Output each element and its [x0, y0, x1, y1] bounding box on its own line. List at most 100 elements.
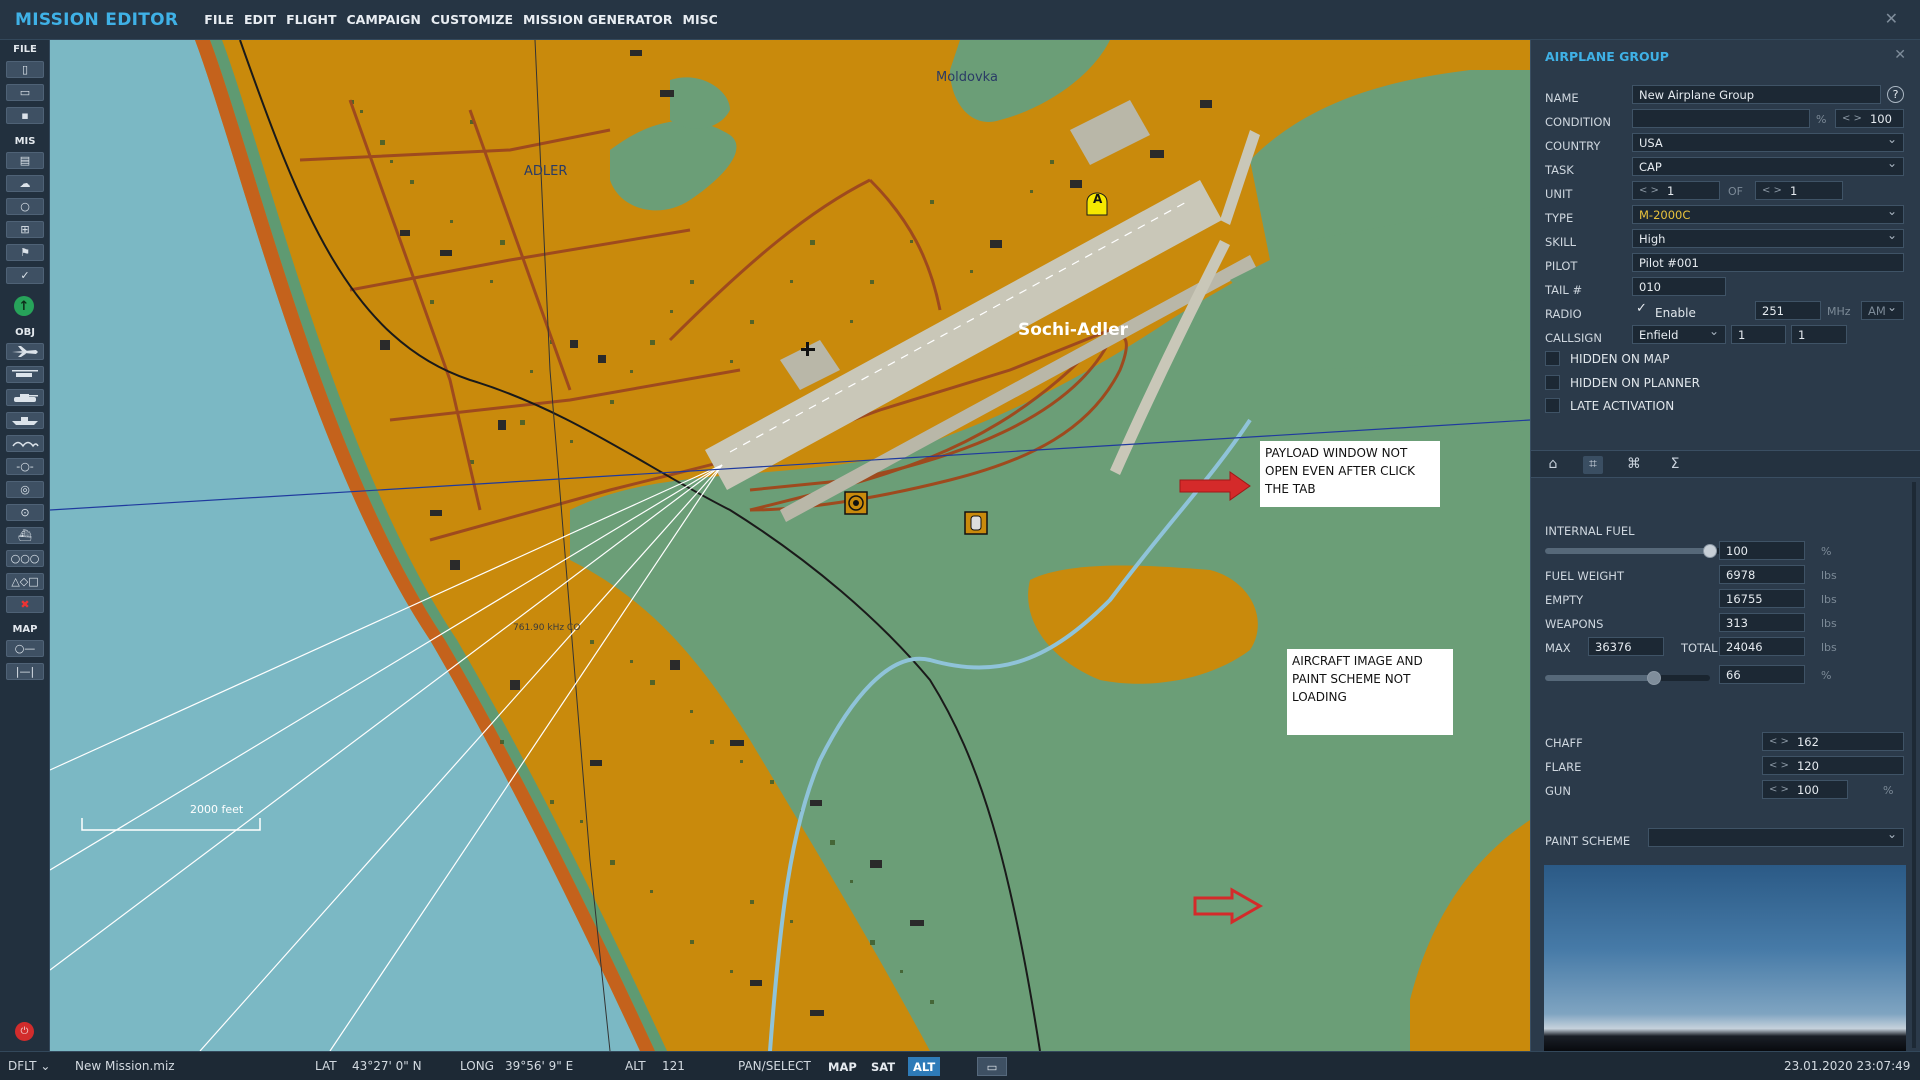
add-zone-button[interactable]: -○- [6, 458, 44, 475]
skill-select[interactable]: High [1632, 229, 1904, 248]
exit-icon[interactable]: ⏻ [15, 1022, 34, 1041]
map-mode-button[interactable]: MAP [823, 1057, 862, 1076]
internal-fuel-unit: % [1821, 545, 1832, 558]
menu-customize[interactable]: CUSTOMIZE [431, 12, 513, 27]
close-icon[interactable]: ✕ [1885, 9, 1898, 28]
map-canvas[interactable] [50, 40, 1530, 1051]
check-button[interactable]: ✓ [6, 267, 44, 284]
tab-payload-icon[interactable]: ⌗ [1583, 456, 1603, 474]
waypoint-label: A [1093, 192, 1103, 206]
menu-edit[interactable]: EDIT [244, 12, 276, 27]
tab-route-icon[interactable]: ⌂ [1543, 456, 1563, 474]
type-select[interactable]: M-2000C [1632, 205, 1904, 224]
add-fob-button[interactable]: ⛴ [6, 527, 44, 544]
chaff-stepper[interactable]: < > 162 [1762, 732, 1904, 751]
fuel-weight-value: 6978 [1719, 565, 1805, 584]
arrow-up-icon: ↑ [18, 298, 30, 314]
flare-stepper[interactable]: < > 120 [1762, 756, 1904, 775]
condition-percent-stepper[interactable]: < > 100 [1835, 109, 1904, 128]
internal-fuel-input[interactable]: 100 [1719, 541, 1805, 560]
hidden-on-map-label: HIDDEN ON MAP [1570, 352, 1670, 366]
weather-button[interactable]: ☁ [6, 175, 44, 192]
menu-flight[interactable]: FLIGHT [286, 12, 336, 27]
pilot-input[interactable]: Pilot #001 [1632, 253, 1904, 272]
callsign-number-2[interactable]: 1 [1791, 325, 1847, 344]
shapes-icon: △◇□ [11, 575, 39, 588]
internal-fuel-slider-knob[interactable] [1703, 544, 1717, 558]
task-select[interactable]: CAP [1632, 157, 1904, 176]
tail-input[interactable]: 010 [1632, 277, 1726, 296]
radio-unit-label: MHz [1827, 305, 1851, 318]
condition-percent-unit: % [1816, 113, 1827, 126]
callsign-number-1[interactable]: 1 [1731, 325, 1786, 344]
flag-button[interactable]: ⚑ [6, 244, 44, 261]
hidden-on-map-checkbox[interactable] [1545, 351, 1560, 366]
key-icon: ○— [14, 642, 36, 655]
long-value: 39°56' 9" E [505, 1059, 574, 1073]
templates-button[interactable]: ⊞ [6, 221, 44, 238]
add-helicopter-button[interactable] [6, 366, 44, 383]
add-ground-unit-button[interactable] [6, 389, 44, 406]
name-input[interactable]: New Airplane Group [1632, 85, 1881, 104]
add-airplane-button[interactable] [6, 343, 44, 360]
airbase-unit-icon[interactable] [844, 491, 868, 515]
late-activation-checkbox[interactable] [1545, 398, 1560, 413]
circles-icon: ○○○ [10, 552, 40, 565]
flare-value: 120 [1796, 758, 1819, 773]
zone-line-icon: -○- [16, 460, 34, 473]
menu-campaign[interactable]: CAMPAIGN [346, 12, 420, 27]
new-file-button[interactable]: ▯ [6, 61, 44, 78]
tab-summary-icon[interactable]: Σ [1665, 456, 1685, 474]
menu-misc[interactable]: MISC [683, 12, 718, 27]
map-ruler-button[interactable]: |—| [6, 663, 44, 680]
tab-triggered-actions-icon[interactable]: ⌘ [1624, 456, 1644, 474]
map-layers-button[interactable]: ▭ [977, 1057, 1007, 1076]
callsign-select[interactable]: Enfield [1632, 325, 1726, 344]
add-airfield-button[interactable]: ◎ [6, 481, 44, 498]
radio-frequency-input[interactable]: 251 [1755, 301, 1821, 320]
add-navpoint-button[interactable]: ⊙ [6, 504, 44, 521]
close-icon[interactable]: ✕ [1894, 47, 1906, 63]
gun-stepper[interactable]: < > 100 [1762, 780, 1848, 799]
layers-icon: ▭ [986, 1059, 998, 1074]
scale-bar-label: 2000 feet [190, 803, 244, 816]
fuel-depot-unit-icon[interactable] [964, 511, 988, 535]
alt-mode-button[interactable]: ALT [908, 1057, 941, 1076]
load-slider-knob[interactable] [1646, 671, 1661, 685]
unit-stepper[interactable]: < > 1 [1632, 181, 1720, 200]
menu-mission-generator[interactable]: MISSION GENERATOR [523, 12, 673, 27]
add-group-button[interactable]: ○○○ [6, 550, 44, 567]
map-measure-button[interactable]: ○— [6, 640, 44, 657]
delete-button[interactable]: ✖ [6, 596, 44, 613]
open-file-button[interactable]: ▭ [6, 84, 44, 101]
map-view[interactable]: Moldovka ADLER Sochi-Adler A 761.90 kHz … [50, 40, 1530, 1051]
load-percent-value: 66 [1719, 665, 1805, 684]
radio-modulation-select[interactable]: AM [1861, 301, 1904, 320]
trigger-zone-button[interactable]: ○ [6, 198, 44, 215]
ruler-icon: |—| [15, 665, 35, 678]
briefing-button[interactable]: ▤ [6, 152, 44, 169]
condition-input[interactable] [1632, 109, 1810, 128]
stepper-arrows-icon: < > [1769, 736, 1789, 747]
check-icon: ✓ [20, 269, 30, 282]
hidden-on-planner-checkbox[interactable] [1545, 375, 1560, 390]
country-select[interactable]: USA [1632, 133, 1904, 152]
help-icon[interactable]: ? [1887, 86, 1904, 103]
add-static-button[interactable] [6, 435, 44, 452]
mode-select[interactable]: DFLT ⌄ [8, 1059, 50, 1073]
add-ship-button[interactable] [6, 412, 44, 429]
add-shapes-button[interactable]: △◇□ [6, 573, 44, 590]
menu-file[interactable]: FILE [204, 12, 234, 27]
radio-enable-checkbox[interactable] [1634, 301, 1649, 319]
pilot-label: PILOT [1545, 259, 1578, 273]
paint-scheme-label: PAINT SCHEME [1545, 834, 1631, 848]
save-file-button[interactable]: ▪ [6, 107, 44, 124]
unit-total-stepper[interactable]: < > 1 [1755, 181, 1843, 200]
group-tab-strip: ⌂ ⌗ ⌘ Σ [1531, 450, 1920, 478]
paint-scheme-select[interactable] [1648, 828, 1904, 847]
go-button[interactable]: ↑ [14, 296, 34, 316]
weapons-weight-value: 313 [1719, 613, 1805, 632]
panel-scrollbar[interactable] [1912, 482, 1916, 1048]
long-label: LONG [460, 1059, 494, 1073]
sat-mode-button[interactable]: SAT [866, 1057, 900, 1076]
